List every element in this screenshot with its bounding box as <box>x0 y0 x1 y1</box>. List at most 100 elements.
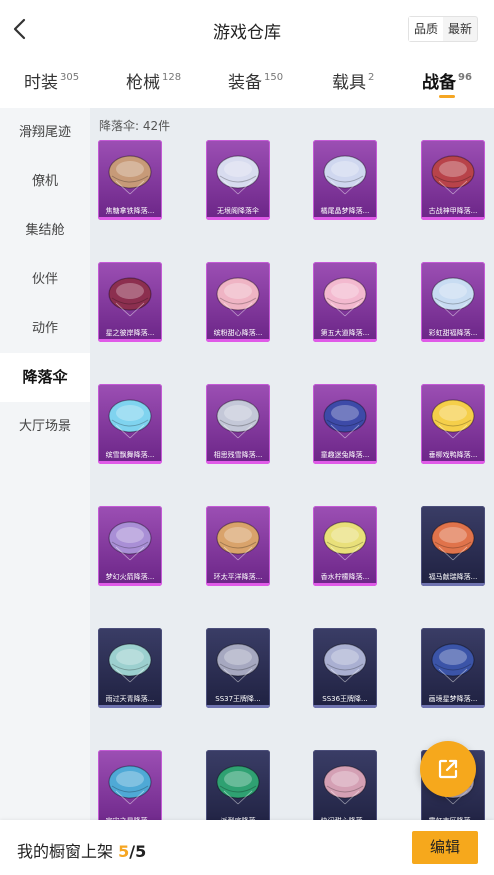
tab-label: 载具 <box>332 73 366 93</box>
parachute-item-card[interactable]: 缤雪飘舞降落... <box>98 384 162 464</box>
parachute-item-card[interactable]: 无垠阁降落伞 <box>206 140 270 220</box>
item-name: 星之彼岸降落... <box>105 329 155 337</box>
rarity-bar <box>421 339 485 342</box>
rarity-bar <box>206 217 270 220</box>
item-name: 无垠阁降落伞 <box>217 207 259 215</box>
parachute-item-card[interactable]: 宇宙之星降落... <box>98 750 162 820</box>
parachute-icon <box>216 399 260 439</box>
parachute-icon <box>216 765 260 805</box>
share-button[interactable] <box>420 741 476 797</box>
showcase-total-count: /5 <box>129 842 147 861</box>
sidebar-item-parachute[interactable]: 降落伞 <box>0 353 90 402</box>
item-name: 画境星梦降落... <box>428 695 478 703</box>
item-name: 缤雪飘舞降落... <box>105 451 155 459</box>
parachute-icon <box>431 155 475 195</box>
sidebar-item-lobby-scene[interactable]: 大厅场景 <box>0 402 90 451</box>
parachute-item-card[interactable]: 星之彼岸降落... <box>98 262 162 342</box>
parachute-item-card[interactable]: 彩虹甜福降落... <box>421 262 485 342</box>
sort-option-newest[interactable]: 最新 <box>443 17 477 41</box>
tab-tactical[interactable]: 战备 96 <box>422 68 472 93</box>
showcase-current-count: 5 <box>118 842 130 861</box>
tab-equipment[interactable]: 装备 150 <box>228 68 283 93</box>
parachute-item-card[interactable]: 缤粉甜心降落... <box>206 262 270 342</box>
parachute-icon <box>431 277 475 317</box>
item-name: 缤粉甜心降落... <box>213 329 263 337</box>
parachute-item-card[interactable]: 福马献瑞降落... <box>421 506 485 586</box>
sidebar-item-wingman[interactable]: 僚机 <box>0 157 90 206</box>
item-name: 梦幻火箭降落... <box>105 573 155 581</box>
item-name: 彩虹甜福降落... <box>428 329 478 337</box>
parachute-item-card[interactable]: 相思残雪降落... <box>206 384 270 464</box>
item-name: 雨过天青降落... <box>105 695 155 703</box>
rarity-bar <box>206 461 270 464</box>
parachute-icon <box>216 277 260 317</box>
sidebar-item-assembly-pod[interactable]: 集结舱 <box>0 206 90 255</box>
item-name: 第五大道降落... <box>320 329 370 337</box>
item-grid-panel: 降落伞: 42件 焦糖拿铁降落... 无垠阁降落伞 橘尾晶梦降落... 古战神甲降落.… <box>90 108 494 820</box>
showcase-footer: 我的橱窗上架 5/5 编辑 <box>0 820 494 875</box>
parachute-icon <box>323 155 367 195</box>
rarity-bar <box>313 461 377 464</box>
rarity-bar <box>206 339 270 342</box>
parachute-item-card[interactable]: 童趣迷兔降落... <box>313 384 377 464</box>
parachute-icon <box>323 399 367 439</box>
tab-count: 128 <box>162 72 182 83</box>
showcase-status: 我的橱窗上架 5/5 <box>17 838 146 862</box>
parachute-item-card[interactable]: SS36王牌降... <box>313 628 377 708</box>
showcase-label: 我的橱窗上架 <box>17 842 114 861</box>
parachute-icon <box>323 277 367 317</box>
parachute-item-card[interactable]: 橘尾晶梦降落... <box>313 140 377 220</box>
item-name: 橘尾晶梦降落... <box>320 207 370 215</box>
parachute-item-card[interactable]: 雨过天青降落... <box>98 628 162 708</box>
rarity-bar <box>421 583 485 586</box>
parachute-icon <box>216 155 260 195</box>
item-count-label: 降落伞: 42件 <box>99 119 171 133</box>
parachute-icon <box>431 521 475 561</box>
header-bar: 游戏仓库 品质 最新 <box>0 0 494 58</box>
rarity-bar <box>98 217 162 220</box>
sidebar-item-partner[interactable]: 伙伴 <box>0 255 90 304</box>
item-name: 环太平洋降落... <box>213 573 263 581</box>
category-tabs: 时装 305 枪械 128 装备 150 载具 2 战备 96 <box>0 60 494 104</box>
edit-button[interactable]: 编辑 <box>412 831 478 864</box>
parachute-icon <box>216 643 260 683</box>
parachute-item-card[interactable]: 梦幻火箭降落... <box>98 506 162 586</box>
tab-label: 装备 <box>228 73 262 93</box>
tab-count: 150 <box>264 72 284 83</box>
parachute-icon <box>431 643 475 683</box>
rarity-bar <box>98 705 162 708</box>
parachute-item-card[interactable]: 画境星梦降落... <box>421 628 485 708</box>
sidebar-item-glide-trail[interactable]: 滑翔尾迹 <box>0 108 90 157</box>
item-name: 垂柳戏鸭降落... <box>428 451 478 459</box>
rarity-bar <box>206 705 270 708</box>
tab-fashion[interactable]: 时装 305 <box>24 68 79 93</box>
rarity-bar <box>421 217 485 220</box>
rarity-bar <box>98 339 162 342</box>
parachute-item-card[interactable]: 垂柳戏鸭降落... <box>421 384 485 464</box>
sort-toggle: 品质 最新 <box>407 16 478 42</box>
parachute-item-card[interactable]: 环太平洋降落... <box>206 506 270 586</box>
parachute-icon <box>108 765 152 805</box>
sidebar: 滑翔尾迹 僚机 集结舱 伙伴 动作 降落伞 大厅场景 <box>0 108 90 820</box>
active-tab-indicator <box>439 95 455 98</box>
item-name: 福马献瑞降落... <box>428 573 478 581</box>
tab-label: 时装 <box>24 73 58 93</box>
rarity-bar <box>313 705 377 708</box>
parachute-item-card[interactable]: SS37王牌降... <box>206 628 270 708</box>
tab-count: 305 <box>60 72 80 83</box>
parachute-item-card[interactable]: 古战神甲降落... <box>421 140 485 220</box>
parachute-item-card[interactable]: 一派到底降落... <box>206 750 270 820</box>
tab-vehicles[interactable]: 载具 2 <box>332 68 374 93</box>
parachute-item-card[interactable]: 快闪甜心降落... <box>313 750 377 820</box>
sidebar-item-emote[interactable]: 动作 <box>0 304 90 353</box>
parachute-icon <box>431 399 475 439</box>
rarity-bar <box>313 339 377 342</box>
parachute-item-card[interactable]: 焦糖拿铁降落... <box>98 140 162 220</box>
parachute-item-card[interactable]: 第五大道降落... <box>313 262 377 342</box>
parachute-icon <box>216 521 260 561</box>
sort-option-quality[interactable]: 品质 <box>408 17 443 41</box>
share-external-icon <box>438 759 458 779</box>
parachute-item-card[interactable]: 香水柠檬降落... <box>313 506 377 586</box>
tab-guns[interactable]: 枪械 128 <box>126 68 181 93</box>
rarity-bar <box>206 583 270 586</box>
